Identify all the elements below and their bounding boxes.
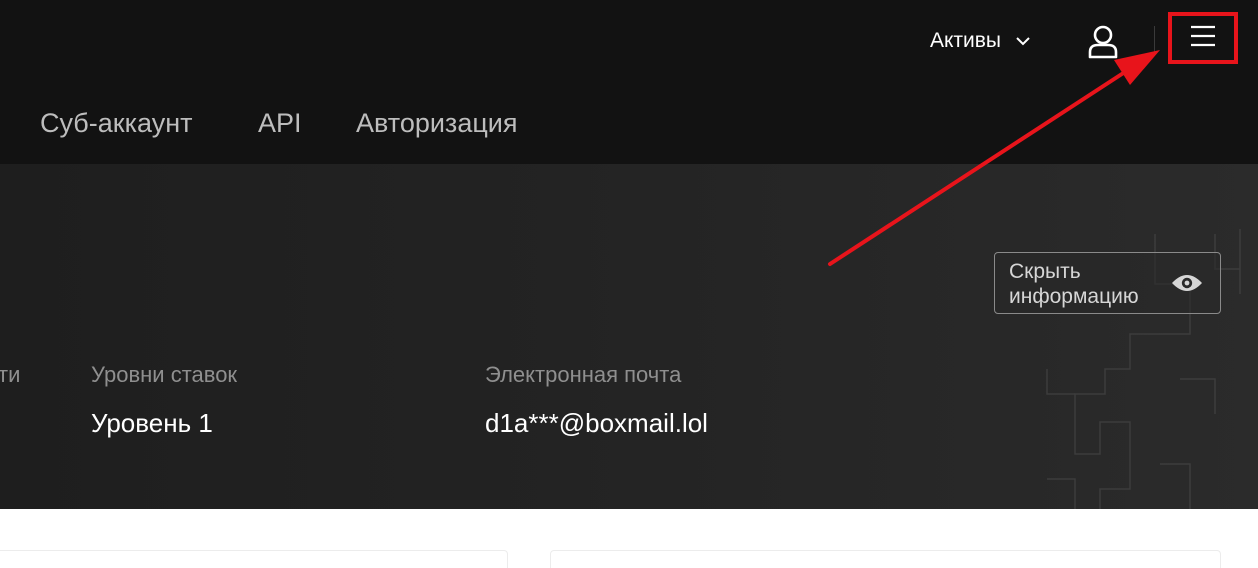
partial-field-label: ти — [0, 362, 21, 387]
eye-icon — [1171, 273, 1203, 298]
assets-dropdown[interactable]: Активы — [930, 26, 1031, 56]
top-header: Активы — [0, 0, 1258, 84]
chevron-down-icon — [1015, 36, 1031, 46]
tab-sub-account[interactable]: Суб-аккаунт — [40, 108, 192, 139]
header-divider — [1154, 26, 1155, 56]
menu-icon — [1190, 25, 1216, 52]
user-icon[interactable] — [1086, 24, 1120, 60]
profile-banner — [0, 164, 1258, 509]
email-label: Электронная почта — [485, 362, 682, 387]
assets-label: Активы — [930, 29, 1002, 52]
info-card-right — [550, 550, 1221, 568]
tab-api[interactable]: API — [258, 108, 302, 139]
hide-info-button[interactable]: Скрыть информацию — [994, 252, 1221, 314]
hide-info-label: Скрыть информацию — [1009, 260, 1139, 308]
page: Активы Суб-аккаунт API Авторизация Скрыт… — [0, 0, 1258, 568]
rate-level-value: Уровень 1 — [91, 408, 213, 438]
menu-button[interactable] — [1168, 12, 1238, 64]
tab-authorization[interactable]: Авторизация — [356, 108, 518, 139]
rate-levels-label: Уровни ставок — [91, 362, 238, 387]
email-value: d1a***@boxmail.lol — [485, 408, 708, 438]
info-card-left — [0, 550, 508, 568]
banner-pattern — [1046, 229, 1241, 509]
